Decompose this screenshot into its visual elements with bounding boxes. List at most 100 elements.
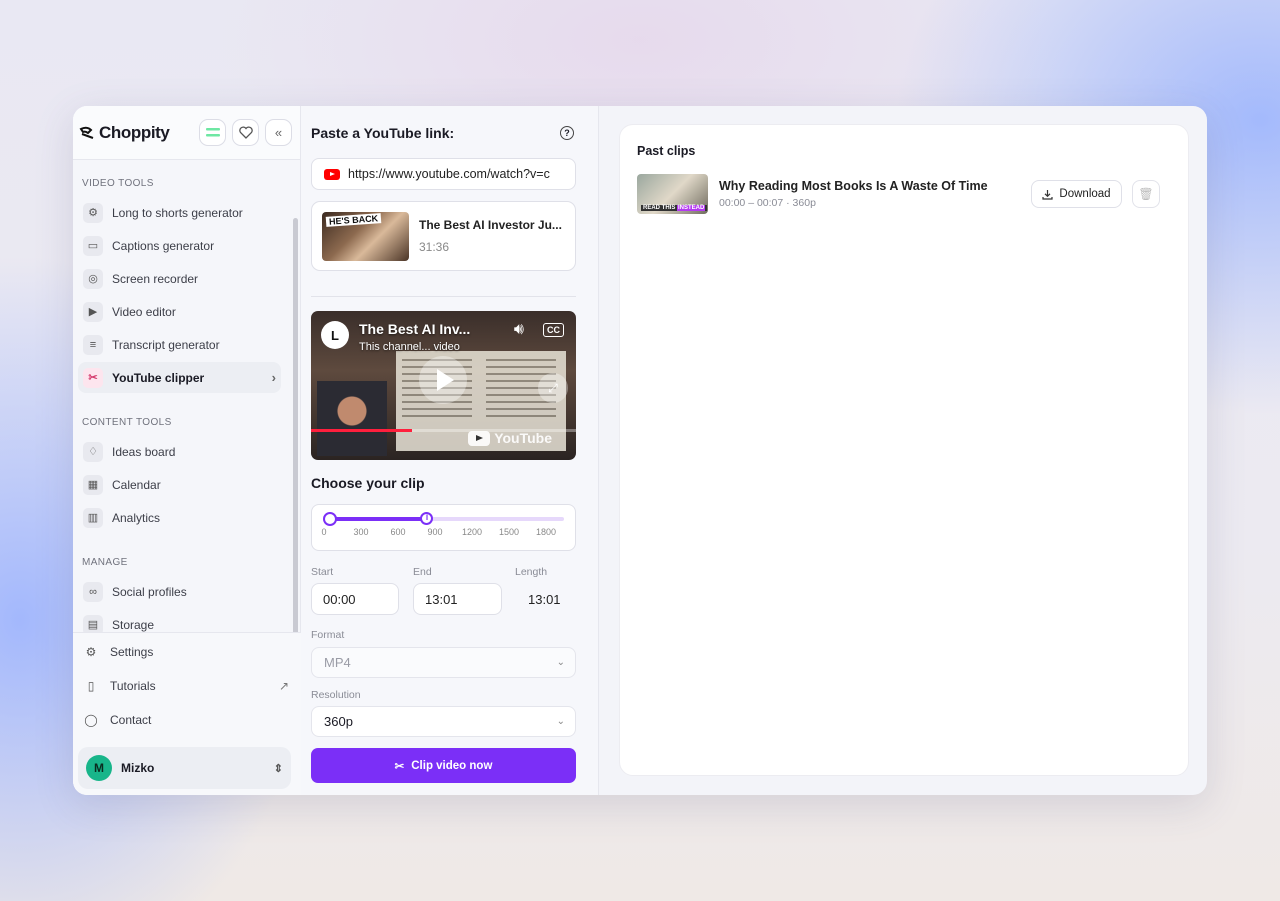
start-time-input[interactable]: 00:00 bbox=[311, 583, 399, 615]
screen-record-icon: ◎ bbox=[83, 268, 103, 289]
link-icon: ∞ bbox=[83, 581, 103, 602]
download-label: Download bbox=[1059, 188, 1111, 200]
clip-button-label: Clip video now bbox=[411, 759, 493, 772]
sidebar-item-analytics[interactable]: ▥ Analytics bbox=[78, 502, 281, 533]
resolution-select[interactable]: 360p ⌄ bbox=[311, 706, 576, 737]
player-subtitle: This channel... video bbox=[359, 341, 460, 353]
chart-icon: ▥ bbox=[83, 507, 103, 528]
video-duration: 31:36 bbox=[419, 240, 450, 254]
sidebar-item-transcript[interactable]: ≡ Transcript generator bbox=[78, 329, 281, 360]
sidebar-item-long-to-shorts[interactable]: ⚙ Long to shorts generator bbox=[78, 197, 281, 228]
sidebar-item-label: YouTube clipper bbox=[112, 370, 205, 385]
user-menu[interactable]: M Mizko ⇕ bbox=[78, 747, 291, 789]
sidebar-item-video-editor[interactable]: ▶ Video editor bbox=[78, 296, 281, 327]
slider-selected-range bbox=[330, 517, 427, 521]
sidebar-item-contact[interactable]: ◯ Contact bbox=[78, 704, 293, 735]
slider-start-handle[interactable] bbox=[323, 512, 337, 526]
resolution-label: Resolution bbox=[311, 689, 361, 701]
chat-icon: ◯ bbox=[84, 712, 98, 727]
resolution-value: 360p bbox=[324, 714, 353, 729]
sidebar-item-label: Screen recorder bbox=[112, 271, 199, 286]
play-button[interactable] bbox=[419, 356, 467, 404]
sidebar-footer: ⚙ Settings ▯ Tutorials ↗ ◯ Contact M Mizko ⇕ bbox=[73, 632, 301, 795]
clip-video-button[interactable]: ✂ Clip video now bbox=[311, 748, 576, 783]
collapse-sidebar-button[interactable]: « bbox=[265, 119, 292, 146]
sidebar-item-settings[interactable]: ⚙ Settings bbox=[78, 636, 293, 667]
chevron-right-icon: › bbox=[271, 370, 276, 385]
sidebar-item-screen-recorder[interactable]: ◎ Screen recorder bbox=[78, 263, 281, 294]
sidebar-item-captions[interactable]: ▭ Captions generator bbox=[78, 230, 281, 261]
slider-ticks: 0 300 600 900 1200 1500 1800 bbox=[318, 527, 568, 539]
divider bbox=[311, 296, 576, 297]
clip-title: Why Reading Most Books Is A Waste Of Tim… bbox=[719, 179, 988, 193]
clip-range-slider[interactable]: ‖ 0 300 600 900 1200 1500 1800 bbox=[311, 504, 576, 551]
list-item[interactable]: READ THIS INSTEAD Why Reading Most Books… bbox=[637, 173, 1160, 215]
sidebar-item-storage[interactable]: ▤ Storage bbox=[78, 609, 281, 632]
video-player[interactable]: L The Best AI Inv... This channel... vid… bbox=[311, 311, 576, 460]
chevron-down-icon: ⌄ bbox=[556, 716, 565, 727]
video-card[interactable]: HE'S BACK The Best AI Investor Ju... 31:… bbox=[311, 201, 576, 271]
youtube-url-value: https://www.youtube.com/watch?v=c bbox=[348, 167, 550, 181]
sidebar-item-label: Ideas board bbox=[112, 444, 176, 459]
video-thumbnail: HE'S BACK bbox=[322, 211, 409, 261]
scissors-icon: ✂ bbox=[83, 367, 103, 388]
clip-thumbnail: READ THIS INSTEAD bbox=[637, 174, 708, 214]
video-title: The Best AI Investor Ju... bbox=[419, 218, 562, 232]
end-time-input[interactable]: 13:01 bbox=[413, 583, 502, 615]
sidebar-item-ideas-board[interactable]: ♢ Ideas board bbox=[78, 436, 281, 467]
sidebar-item-social-profiles[interactable]: ∞ Social profiles bbox=[78, 576, 281, 607]
sidebar-item-youtube-clipper[interactable]: ✂ YouTube clipper › bbox=[78, 362, 281, 393]
length-value: 13:01 bbox=[528, 592, 561, 607]
favorites-button[interactable] bbox=[232, 119, 259, 146]
sidebar: Choppity « VIDEO TOOLS ⚙ Long to shorts g… bbox=[73, 106, 301, 795]
player-progress-fill bbox=[311, 429, 412, 432]
past-clips-heading: Past clips bbox=[637, 144, 696, 158]
section-title-content-tools: CONTENT TOOLS bbox=[82, 417, 172, 428]
heart-icon bbox=[238, 126, 253, 139]
sidebar-item-label: Analytics bbox=[112, 510, 161, 525]
format-label: Format bbox=[311, 629, 345, 641]
sidebar-item-label: Video editor bbox=[112, 304, 176, 319]
past-clips-panel: Past clips READ THIS INSTEAD Why Reading… bbox=[619, 124, 1189, 776]
slider-track[interactable]: ‖ bbox=[323, 512, 564, 526]
user-name: Mizko bbox=[121, 761, 155, 775]
menu-icon bbox=[205, 127, 220, 136]
sidebar-item-label: Calendar bbox=[112, 477, 161, 492]
end-label: End bbox=[413, 566, 432, 578]
paste-link-heading: Paste a YouTube link: bbox=[311, 125, 455, 141]
sidebar-item-label: Social profiles bbox=[112, 584, 187, 599]
storage-icon: ▤ bbox=[83, 614, 103, 632]
start-label: Start bbox=[311, 566, 334, 578]
app-logo[interactable]: Choppity bbox=[79, 123, 170, 143]
sidebar-item-calendar[interactable]: ▦ Calendar bbox=[78, 469, 281, 500]
delete-button[interactable]: 🗑︎ bbox=[1132, 180, 1160, 208]
chevron-up-down-icon: ⇕ bbox=[273, 762, 283, 775]
captions-toggle-icon[interactable]: CC bbox=[543, 323, 564, 337]
length-label: Length bbox=[515, 566, 548, 578]
youtube-watermark[interactable]: YouTube bbox=[468, 430, 552, 446]
youtube-brand-text: YouTube bbox=[494, 430, 552, 446]
format-select[interactable]: MP4 ⌄ bbox=[311, 647, 576, 678]
channel-logo[interactable]: L bbox=[321, 321, 349, 349]
thumbnail-highlight: INSTEAD bbox=[677, 205, 706, 211]
menu-toggle-button[interactable] bbox=[199, 119, 226, 146]
sidebar-item-tutorials[interactable]: ▯ Tutorials ↗ bbox=[78, 670, 293, 701]
sidebar-item-label: Captions generator bbox=[112, 238, 215, 253]
download-button[interactable]: Download bbox=[1031, 180, 1122, 208]
youtube-url-input[interactable]: https://www.youtube.com/watch?v=c bbox=[311, 158, 576, 190]
sidebar-scrollbar[interactable] bbox=[293, 218, 298, 632]
player-title[interactable]: The Best AI Inv... bbox=[359, 321, 470, 337]
help-icon[interactable]: ? bbox=[560, 126, 574, 140]
thumbnail-tag: HE'S BACK bbox=[325, 212, 382, 227]
slider-tick-label: 900 bbox=[427, 527, 443, 537]
slider-tick-label: 1500 bbox=[498, 527, 520, 537]
robot-icon: ⚙ bbox=[83, 202, 103, 223]
choose-clip-heading: Choose your clip bbox=[311, 475, 425, 491]
fullscreen-icon[interactable]: ⤢ bbox=[538, 373, 568, 403]
double-chevron-left-icon: « bbox=[274, 125, 283, 140]
gear-icon: ⚙ bbox=[85, 644, 97, 659]
slider-end-handle[interactable]: ‖ bbox=[420, 512, 434, 525]
sidebar-item-label: Long to shorts generator bbox=[112, 205, 243, 220]
video-editor-icon: ▶ bbox=[83, 301, 103, 322]
volume-icon[interactable]: 🔊︎ bbox=[514, 321, 524, 339]
